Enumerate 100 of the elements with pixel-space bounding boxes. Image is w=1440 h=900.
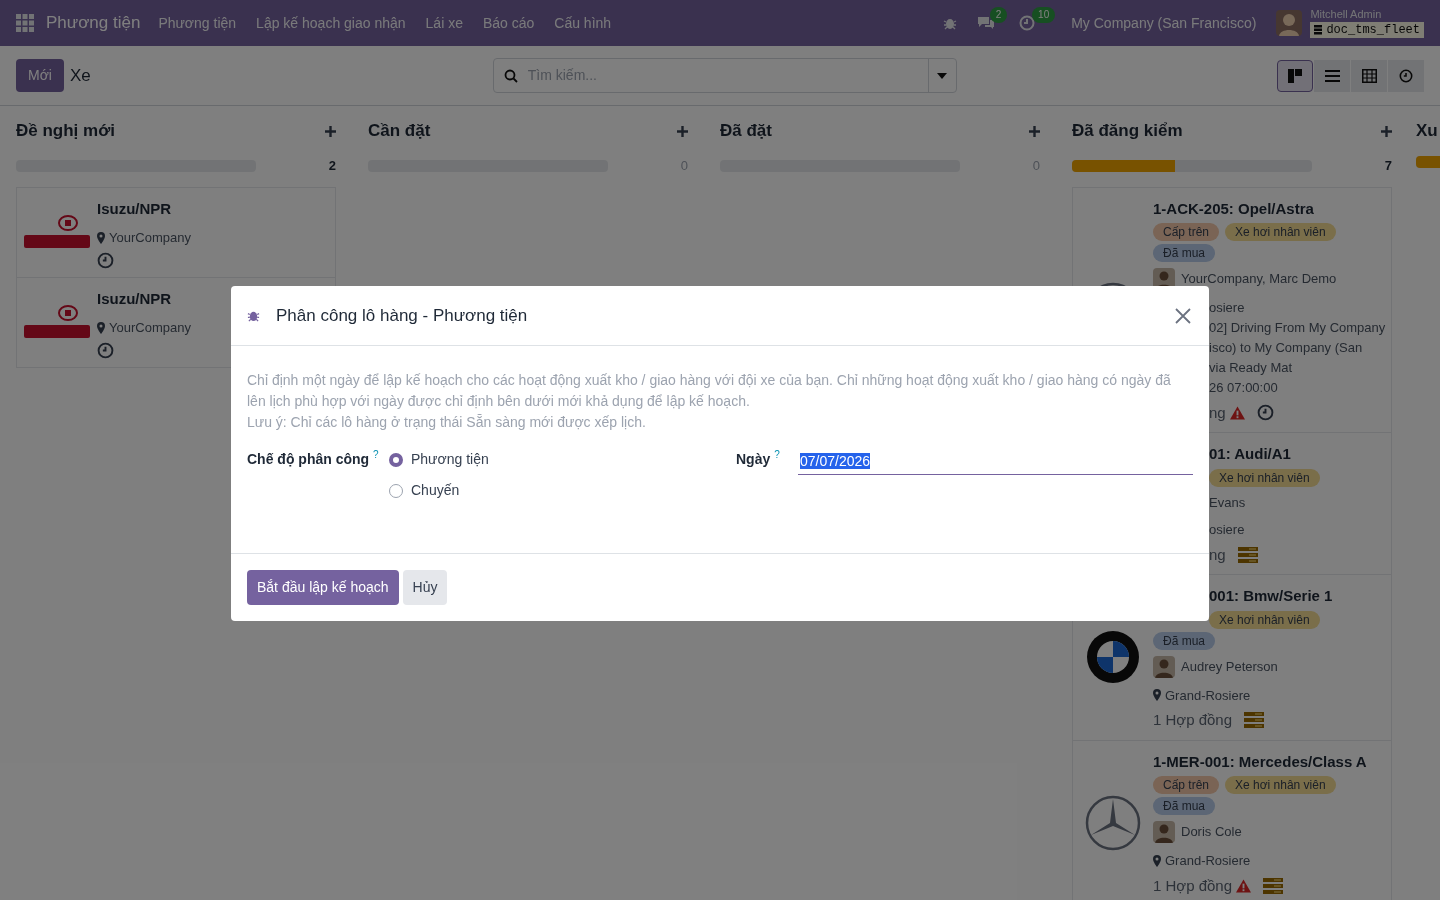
field-label: Chế độ phân công: [247, 450, 370, 469]
vehicle-card[interactable]: 1-MER-001: Mercedes/Class A Cấp trên Xe hơi nhân viên Đã mua Doris Cole Grand-Rosiere 1 Hợp đồng: [1072, 739, 1392, 900]
shipment-text: 26 07:00:00: [1209, 378, 1278, 397]
list-icon: [1324, 69, 1340, 82]
avatar-icon: [1153, 655, 1175, 678]
view-switch-button[interactable]: [1351, 59, 1387, 92]
record-count: 2: [328, 157, 336, 175]
view-switch-button[interactable]: [1277, 59, 1313, 92]
database-badge: doc_tms_fleet: [1310, 21, 1424, 38]
caret-icon[interactable]: [937, 72, 948, 79]
search-icon: [503, 68, 518, 83]
tag: Đã mua: [1153, 797, 1216, 815]
user-avatar-icon[interactable]: [1276, 10, 1303, 36]
add-icon[interactable]: [677, 125, 688, 137]
menu-item[interactable]: Phương tiện: [148, 12, 247, 34]
add-icon[interactable]: [325, 125, 336, 137]
date-field[interactable]: 07/07/2026: [798, 449, 1193, 475]
vehicle-title: Isuzu/NPR: [97, 198, 172, 219]
menu-item[interactable]: Báo cáo: [472, 12, 545, 34]
close-icon[interactable]: [1175, 307, 1191, 324]
menu-item[interactable]: Lập kế hoạch giao nhận: [246, 12, 416, 34]
activity-count-badge: 10: [1032, 7, 1056, 23]
database-icon: [1314, 24, 1323, 35]
location-text: osiere: [1209, 521, 1245, 539]
contracts-link[interactable]: 1 Hợp đồng: [1153, 874, 1233, 897]
radio-button[interactable]: [389, 452, 403, 467]
vehicle-card[interactable]: Isuzu/NPR YourCompany: [16, 186, 336, 278]
kanban-icon: [1288, 68, 1302, 83]
tag: Xe hơi nhân viên: [1209, 610, 1320, 629]
vehicle-title: Isuzu/NPR: [97, 288, 172, 309]
location-text: YourCompany: [109, 229, 191, 247]
vehicle-title: 01: Audi/A1: [1209, 444, 1291, 464]
vehicle-title: 1-ACK-205: Opel/Astra: [1153, 198, 1314, 219]
view-switch-button[interactable]: [1314, 59, 1350, 92]
contracts-link[interactable]: ng: [1209, 543, 1226, 566]
description-text: Lưu ý: Chỉ các lô hàng ở trạng thái Sẵn sàng mới được xếp lịch.: [247, 413, 647, 432]
breadcrumb: Xe: [69, 64, 91, 87]
bug-icon[interactable]: [943, 16, 958, 30]
tag: Cấp trên: [1153, 776, 1220, 794]
app-name[interactable]: Phương tiện: [46, 10, 141, 36]
money-stack-icon: [1244, 712, 1265, 729]
money-stack-icon: [1263, 877, 1284, 894]
tag: Cấp trên: [1153, 223, 1220, 241]
radio-label[interactable]: Phương tiện: [411, 449, 489, 470]
contracts-link[interactable]: 1 Hợp đồng: [1153, 709, 1233, 732]
driver-name: YourCompany, Marc Demo: [1181, 270, 1337, 289]
driver-name: Evans: [1209, 493, 1246, 512]
grid-table-icon: [1361, 68, 1377, 83]
map-pin-icon: [1153, 689, 1161, 702]
help-mark[interactable]: ?: [373, 449, 379, 461]
column-title: Cần đặt: [368, 120, 431, 143]
record-count: 7: [1384, 157, 1392, 175]
apps-grid-icon[interactable]: [16, 14, 34, 32]
add-icon[interactable]: [1029, 125, 1040, 137]
new-button[interactable]: Mới: [16, 59, 64, 92]
logo-icon: [24, 215, 90, 249]
clock-icon[interactable]: [1256, 404, 1274, 422]
tag: Xe hơi nhân viên: [1209, 468, 1320, 487]
company-name[interactable]: My Company (San Francisco): [1071, 12, 1257, 34]
tag: Xe hơi nhân viên: [1225, 223, 1336, 241]
location-text: YourCompany: [109, 319, 191, 337]
vehicle-title: 001: Bmw/Serie 1: [1209, 586, 1333, 606]
map-pin-icon: [1153, 854, 1161, 867]
menu-item[interactable]: Cấu hình: [544, 12, 622, 34]
tag: Xe hơi nhân viên: [1225, 776, 1336, 794]
shipment-text: 02] Driving From My Company: [1209, 318, 1386, 337]
add-icon[interactable]: [1381, 125, 1392, 137]
logo-icon: [1086, 630, 1140, 685]
menu-item[interactable]: Lái xe: [415, 12, 473, 34]
vehicle-title: 1-MER-001: Mercedes/Class A: [1153, 751, 1367, 772]
map-pin-icon: [97, 231, 105, 244]
contracts-link[interactable]: ng: [1209, 401, 1226, 424]
view-switch-button[interactable]: [1388, 59, 1424, 92]
logo-icon: [24, 305, 90, 339]
tag: Đã mua: [1153, 244, 1216, 262]
chat-icon[interactable]: [977, 15, 996, 31]
location-text: Grand-Rosiere: [1165, 686, 1251, 705]
column-title: Đã đặt: [720, 120, 772, 143]
shipment-text: via Ready Mat: [1209, 358, 1293, 377]
radio-label[interactable]: Chuyến: [411, 480, 460, 501]
cancel-button[interactable]: Hủy: [402, 570, 448, 605]
clock-icon[interactable]: [97, 341, 114, 359]
clock-icon: [1399, 68, 1413, 83]
driver-name: Doris Cole: [1181, 823, 1242, 842]
field-label: Ngày: [736, 450, 771, 469]
bug-icon: [247, 309, 260, 322]
start-planning-button[interactable]: Bắt đầu lập kế hoạch: [247, 570, 399, 605]
location-text: Grand-Rosiere: [1165, 852, 1251, 870]
avatar-icon: [1153, 821, 1175, 843]
help-mark[interactable]: ?: [774, 449, 780, 461]
map-pin-icon: [97, 321, 105, 334]
message-count-badge: 2: [989, 7, 1008, 23]
column-title: Xu: [1416, 120, 1438, 143]
tag: Đã mua: [1153, 631, 1216, 650]
money-stack-icon: [1237, 546, 1258, 563]
shipment-text: isco) to My Company (San: [1209, 338, 1363, 357]
column-title: Đề nghị mới: [16, 120, 115, 143]
clock-icon[interactable]: [97, 251, 114, 269]
warning-icon: [1229, 405, 1245, 420]
column-title: Đã đăng kiểm: [1072, 120, 1183, 143]
